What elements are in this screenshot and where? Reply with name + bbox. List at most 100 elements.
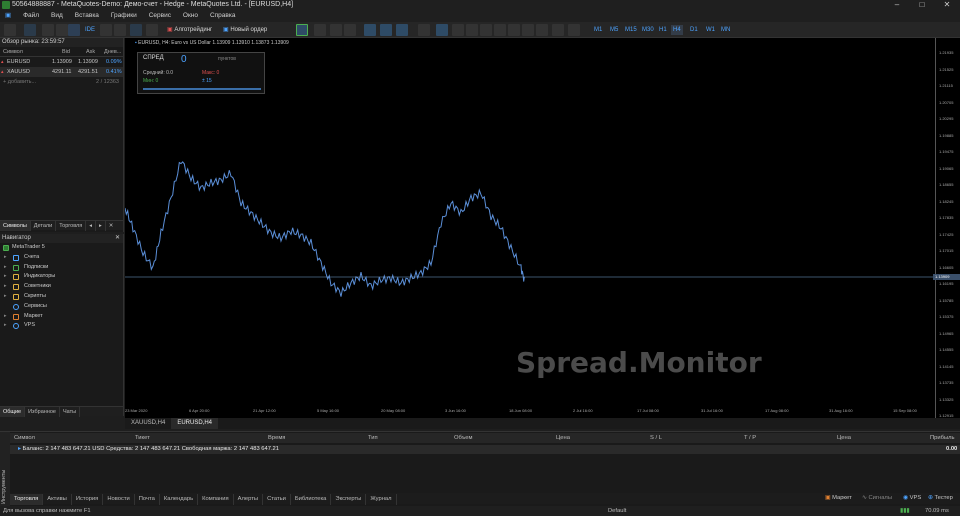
expand-arrow-icon[interactable]: ▸ <box>4 312 7 322</box>
close-panel-icon[interactable]: ✕ <box>106 221 117 231</box>
col-bid[interactable]: Bid <box>62 47 70 57</box>
profiles-icon[interactable] <box>24 24 36 36</box>
text-tool-icon[interactable] <box>522 24 534 36</box>
chart-tab-eurusd[interactable]: EURUSD,H4 <box>171 418 219 429</box>
navigator-item-experts[interactable]: ▸ Советники <box>0 282 123 292</box>
arrows-icon[interactable] <box>552 24 564 36</box>
zoom-in-icon[interactable] <box>330 24 342 36</box>
tab-articles[interactable]: Статьи <box>263 494 291 505</box>
col-ask[interactable]: Ask <box>86 47 95 57</box>
shapes-icon[interactable] <box>536 24 548 36</box>
autoscroll-icon[interactable] <box>380 24 392 36</box>
menu-window[interactable]: Окно <box>178 10 203 22</box>
menu-charts[interactable]: Графики <box>106 10 142 22</box>
zoom-out-icon[interactable] <box>344 24 356 36</box>
market-watch-row[interactable]: ▴ XAUUSD 4291.11 4291.51 0.41% <box>0 67 123 77</box>
tab-library[interactable]: Библиотека <box>291 494 332 505</box>
navigator-item-scripts[interactable]: ▸ Скрипты <box>0 292 123 302</box>
market-watch-row[interactable]: ▴ EURUSD 1.13909 1.13909 0.09% <box>0 57 123 67</box>
profile-name[interactable]: Default <box>608 506 626 516</box>
col-tp[interactable]: T / P <box>744 433 756 443</box>
tab-alerts[interactable]: Алерты <box>234 494 264 505</box>
signals-icon[interactable] <box>146 24 158 36</box>
trendline-icon[interactable] <box>480 24 492 36</box>
tab-chats[interactable]: Чаты <box>60 407 81 417</box>
navigator-item-accounts[interactable]: ▸ Счета <box>0 253 123 263</box>
timeframe-w1[interactable]: W1 <box>704 25 717 35</box>
tab-history[interactable]: История <box>72 494 104 505</box>
add-symbol-link[interactable]: + добавить... <box>3 77 36 87</box>
col-volume[interactable]: Объем <box>454 433 472 443</box>
line-chart-icon[interactable] <box>314 24 326 36</box>
expand-arrow-icon[interactable]: ▸ <box>4 292 7 302</box>
tab-calendar[interactable]: Календарь <box>160 494 199 505</box>
menu-insert[interactable]: Вставка <box>70 10 104 22</box>
tab-trade[interactable]: Торговля <box>10 494 44 505</box>
col-sl[interactable]: S / L <box>650 433 662 443</box>
navigator-item-services[interactable]: Сервисы <box>0 302 123 312</box>
navigator-icon[interactable] <box>68 24 80 36</box>
expand-arrow-icon[interactable]: ▸ <box>4 282 7 292</box>
col-price[interactable]: Цена <box>556 433 570 443</box>
tab-general[interactable]: Общие <box>0 407 26 417</box>
vertical-line-icon[interactable] <box>452 24 464 36</box>
col-symbol[interactable]: Символ <box>3 47 23 57</box>
timeframe-m5[interactable]: M5 <box>608 25 620 35</box>
navigator-item-indicators[interactable]: ▸ Индикаторы <box>0 272 123 282</box>
market-watch-icon[interactable] <box>42 24 54 36</box>
tab-symbols[interactable]: Символы <box>0 221 31 231</box>
spread-monitor-panel[interactable]: СПРЕД 0 пунктов Средний: 0.0 Макс: 0 Мин… <box>137 52 265 94</box>
expand-arrow-icon[interactable]: ▸ <box>4 272 7 282</box>
menu-file[interactable]: Файл <box>18 10 44 22</box>
tab-scroll-right-icon[interactable]: ▸ <box>96 221 106 231</box>
timeframe-h4[interactable]: H4 <box>671 25 683 35</box>
menu-tools[interactable]: Сервис <box>144 10 176 22</box>
expand-arrow-icon[interactable]: ▸ <box>4 253 7 263</box>
algotrading-button[interactable]: ▣ Алготрейдинг <box>164 24 215 36</box>
tab-details[interactable]: Детали <box>31 221 57 231</box>
col-symbol[interactable]: Символ <box>14 433 35 443</box>
navigator-item-metatrader[interactable]: MetaTrader 5 <box>0 243 123 253</box>
app-menu-icon[interactable]: ▣ <box>0 10 16 22</box>
candles-icon[interactable] <box>296 24 308 36</box>
minimize-button[interactable]: – <box>888 0 906 10</box>
col-profit[interactable]: Прибыль <box>930 433 955 443</box>
col-type[interactable]: Тип <box>368 433 378 443</box>
timeframe-h1[interactable]: H1 <box>657 25 669 35</box>
tab-favorites[interactable]: Избранное <box>25 407 60 417</box>
timeframe-m1[interactable]: M1 <box>592 25 604 35</box>
maximize-button[interactable]: □ <box>913 0 931 10</box>
data-window-icon[interactable] <box>56 24 68 36</box>
balance-row[interactable]: ▸ Баланс: 2 147 483 647.21 USD Средства:… <box>10 445 960 454</box>
fibonacci-icon[interactable] <box>508 24 520 36</box>
new-chart-icon[interactable] <box>4 24 16 36</box>
col-price-current[interactable]: Цена <box>837 433 851 443</box>
navigator-item-market[interactable]: ▸ Маркет <box>0 312 123 322</box>
menu-view[interactable]: Вид <box>46 10 68 22</box>
close-navigator-icon[interactable]: ✕ <box>115 234 123 243</box>
history-icon[interactable] <box>100 24 112 36</box>
tab-experts[interactable]: Эксперты <box>331 494 367 505</box>
market-link[interactable]: ▣ Маркет <box>825 493 852 504</box>
more-tools-icon[interactable] <box>568 24 580 36</box>
terminal-icon[interactable] <box>114 24 126 36</box>
tab-mailbox[interactable]: Почта <box>135 494 160 505</box>
timeframe-mn[interactable]: MN <box>719 25 732 35</box>
tab-journal[interactable]: Журнал <box>366 494 397 505</box>
crosshair-icon[interactable] <box>436 24 448 36</box>
signals-link[interactable]: ∿ Сигналы <box>862 493 892 504</box>
tab-scroll-left-icon[interactable]: ◂ <box>86 221 96 231</box>
ide-button[interactable]: IDE <box>82 24 98 36</box>
tester-link[interactable]: ⊕ Тестер <box>928 493 953 504</box>
timeframe-d1[interactable]: D1 <box>688 25 700 35</box>
vps-link[interactable]: ◉ VPS <box>903 493 921 504</box>
indicators-icon[interactable] <box>418 24 430 36</box>
cloud-icon[interactable] <box>130 24 142 36</box>
col-time[interactable]: Время <box>268 433 285 443</box>
timeframe-m30[interactable]: M30 <box>640 25 656 35</box>
col-change[interactable]: Днев... <box>104 47 121 57</box>
expand-arrow-icon[interactable]: ▸ <box>4 321 7 331</box>
price-axis[interactable]: 1.21935 1.21525 1.21115 1.20705 1.20295 1.198… <box>935 38 960 516</box>
close-button[interactable]: ✕ <box>938 0 956 10</box>
market-watch-add-row[interactable]: + добавить... 2 / 12363 <box>0 77 123 87</box>
